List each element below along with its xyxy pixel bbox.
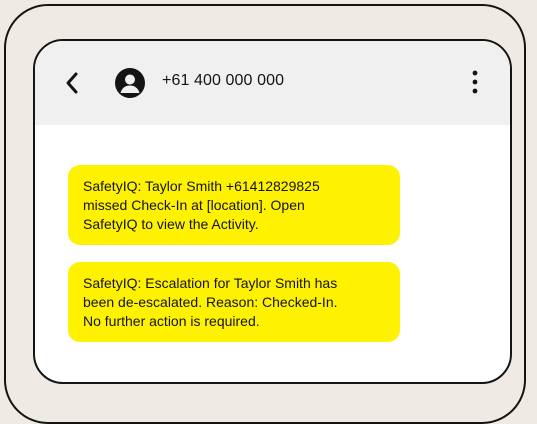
- message-list: SafetyIQ: Taylor Smith +61412829825 miss…: [35, 125, 510, 382]
- message-bubble-de-escalated: SafetyIQ: Escalation for Taylor Smith ha…: [68, 262, 400, 342]
- back-arrow-icon[interactable]: [63, 70, 83, 96]
- phone-screen: +61 400 000 000 SafetyIQ: Taylor Smith +…: [33, 39, 512, 384]
- contact-number: +61 400 000 000: [162, 72, 285, 89]
- contact-avatar-icon: [115, 68, 145, 98]
- conversation-header: +61 400 000 000: [35, 41, 510, 125]
- more-options-icon[interactable]: [465, 69, 485, 97]
- message-bubble-missed-checkin: SafetyIQ: Taylor Smith +61412829825 miss…: [68, 165, 400, 245]
